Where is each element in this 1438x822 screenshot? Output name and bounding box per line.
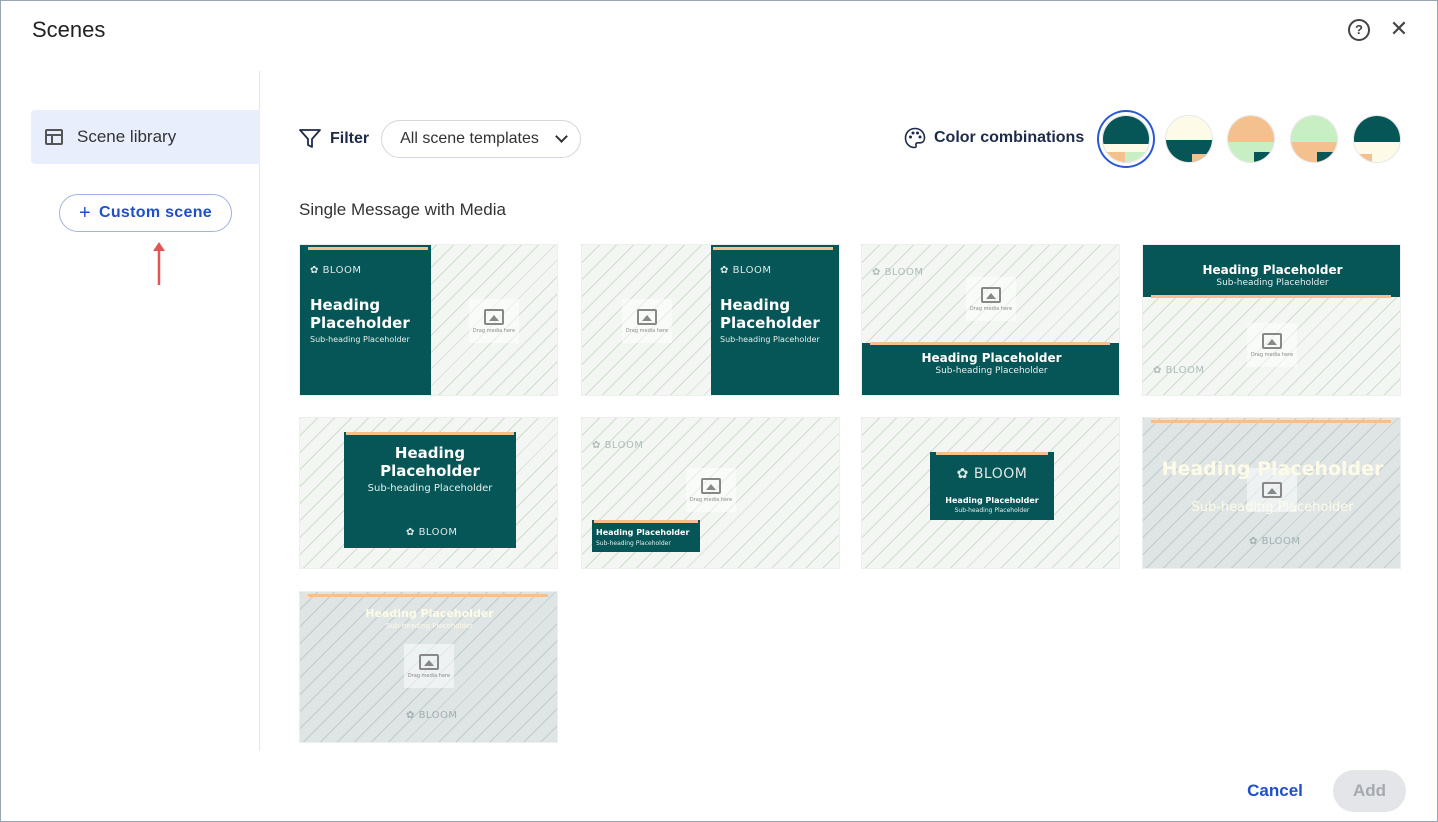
color-swatch-3[interactable] — [1227, 115, 1275, 163]
palette-icon — [904, 127, 926, 149]
scene-template-2[interactable]: ✿ BLOOM Heading Placeholder Sub-heading P… — [581, 244, 840, 396]
section-title: Single Message with Media — [299, 200, 506, 219]
color-swatch-2[interactable] — [1165, 115, 1213, 163]
cancel-button[interactable]: Cancel — [1231, 771, 1319, 811]
custom-scene-button[interactable]: + Custom scene — [59, 194, 232, 232]
color-combinations-label: Color combinations — [904, 127, 1084, 149]
scene-template-6[interactable]: ✿ BLOOM Drag media here Heading Placehol… — [581, 417, 840, 569]
scene-template-8[interactable]: Heading Placeholder Sub-heading Placehol… — [1142, 417, 1401, 569]
scenes-dialog: Scenes ? ✕ Scene library + Custom scene … — [0, 0, 1438, 822]
custom-scene-label: Custom scene — [99, 204, 212, 221]
scene-template-4[interactable]: Heading Placeholder Sub-heading Placehol… — [1142, 244, 1401, 396]
scene-template-1[interactable]: ✿ BLOOM Heading Placeholder Sub-heading P… — [299, 244, 558, 396]
chevron-down-icon — [555, 130, 568, 143]
filter-icon[interactable] — [299, 129, 321, 149]
sidebar-item-label: Scene library — [77, 127, 177, 146]
scene-template-9[interactable]: Heading Placeholder Sub-heading Placehol… — [299, 591, 558, 743]
close-icon[interactable]: ✕ — [1387, 16, 1411, 42]
plus-icon: + — [79, 202, 91, 224]
color-swatch-1[interactable] — [1102, 115, 1150, 163]
scene-template-3[interactable]: ✿ BLOOM Drag media here Heading Placehol… — [861, 244, 1120, 396]
arrow-up-icon — [153, 242, 165, 285]
sidebar-item-scene-library[interactable]: Scene library — [31, 110, 260, 164]
filter-label[interactable]: Filter — [330, 130, 369, 148]
color-combinations-text: Color combinations — [934, 129, 1085, 146]
color-swatch-5[interactable] — [1353, 115, 1401, 163]
dropdown-value: All scene templates — [400, 130, 539, 147]
scene-template-5[interactable]: Heading Placeholder Sub-heading Placehold… — [299, 417, 558, 569]
sidebar: Scene library + Custom scene — [1, 71, 260, 751]
color-swatch-4[interactable] — [1290, 115, 1338, 163]
add-button[interactable]: Add — [1333, 770, 1406, 812]
scene-template-7[interactable]: ✿ BLOOM Heading Placeholder Sub-heading … — [861, 417, 1120, 569]
layout-icon — [45, 129, 63, 145]
help-icon[interactable]: ? — [1348, 19, 1370, 41]
scene-template-dropdown[interactable]: All scene templates — [381, 120, 582, 158]
filter-row: Filter All scene templates — [299, 120, 582, 158]
dialog-title: Scenes — [32, 17, 106, 42]
